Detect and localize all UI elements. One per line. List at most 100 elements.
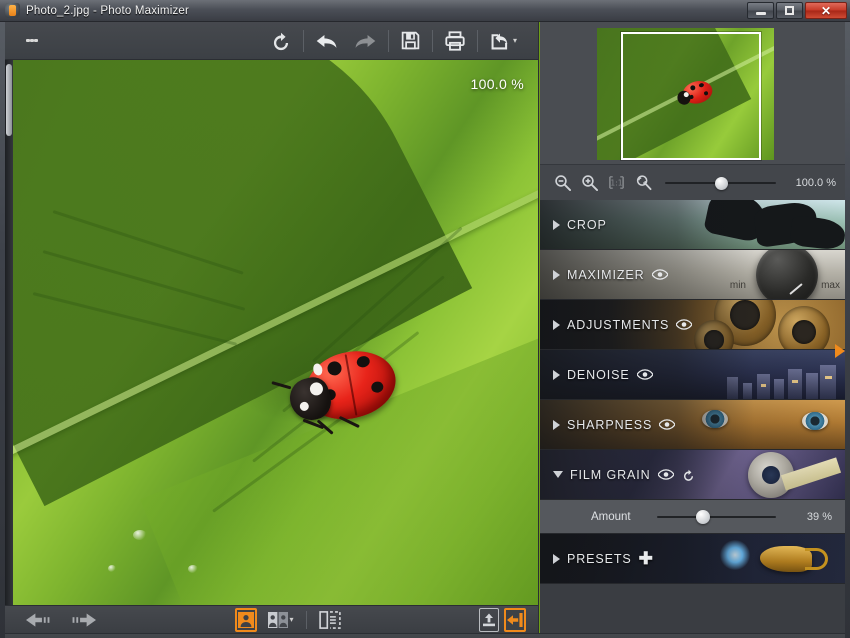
main-toolbar: ▾ [5, 22, 538, 60]
window-controls: ✕ [747, 2, 847, 19]
amount-label: Amount [591, 510, 631, 523]
panel-collapse-handle[interactable] [835, 344, 845, 358]
undo-button[interactable] [308, 24, 346, 58]
hamburger-menu-icon[interactable] [19, 24, 45, 58]
panel-green-edge [539, 22, 540, 633]
main-photo: 100.0 % [13, 60, 538, 605]
effects-accordion: CROP min max MAXIMIZER ADJUSTMENTS DENOI… [539, 200, 845, 633]
share-export-button[interactable]: ▾ [482, 24, 524, 58]
next-image-icon [72, 612, 96, 627]
toolbar-separator-3 [431, 29, 433, 52]
panel-sharpness[interactable]: SHARPNESS [539, 400, 845, 450]
minimize-icon [755, 11, 766, 15]
print-button[interactable] [437, 24, 473, 58]
previous-image-icon [26, 612, 50, 627]
right-panel: 1:1 100.0 % CROP min max MAXIMIZER ADJUS… [538, 22, 845, 633]
window-body: ▾ 100.0 % ▾ 1:1 100.0 % CROP min max MAX… [5, 22, 845, 638]
toolbar-separator-4 [476, 29, 478, 52]
zoom-slider-knob[interactable] [714, 176, 728, 190]
compare-caret-icon: ▾ [289, 615, 294, 624]
panel-adjustments[interactable]: ADJUSTMENTS [539, 300, 845, 350]
canvas-vertical-scrollbar[interactable] [5, 60, 13, 605]
amount-slider-knob[interactable] [696, 509, 711, 524]
chevron-down-icon[interactable] [553, 471, 563, 478]
actual-size-icon: 1:1 [609, 176, 624, 189]
sharpness-label-row: SHARPNESS [539, 417, 676, 432]
save-icon [401, 31, 420, 50]
maximizer-label-row: MAXIMIZER [539, 268, 668, 282]
panel-film-grain[interactable]: FILM GRAIN [539, 450, 845, 500]
print-icon [445, 30, 465, 51]
scrollbar-thumb[interactable] [6, 64, 12, 136]
save-button[interactable] [393, 24, 428, 58]
zoom-out-icon [555, 175, 571, 191]
export-button[interactable] [504, 607, 527, 632]
chevron-right-icon[interactable] [553, 369, 560, 380]
reset-icon [273, 32, 289, 50]
compare-view-icon [267, 611, 288, 628]
previous-image-button[interactable] [21, 608, 61, 632]
zoom-slider[interactable] [665, 176, 776, 190]
chevron-right-icon[interactable] [553, 553, 560, 564]
eye-icon[interactable] [657, 469, 674, 480]
close-button[interactable]: ✕ [805, 2, 847, 19]
denoise-label-row: DENOISE [539, 368, 653, 382]
zoom-in-icon [582, 175, 598, 191]
navigator-panel [539, 22, 845, 164]
bottom-toolbar: ▾ [5, 605, 538, 633]
redo-button[interactable] [346, 24, 384, 58]
presets-label-row: PRESETS ✚ [539, 550, 654, 567]
next-image-button[interactable] [61, 608, 101, 632]
image-canvas[interactable]: 100.0 % [5, 60, 538, 605]
zoom-controls-bar: 1:1 100.0 % [539, 164, 845, 200]
compare-view-button[interactable]: ▾ [263, 608, 299, 632]
eye-icon[interactable] [659, 419, 676, 430]
panel-presets[interactable]: PRESETS ✚ [539, 534, 845, 584]
amount-slider[interactable] [657, 509, 776, 524]
zoom-in-button[interactable] [576, 174, 603, 191]
undo-icon [316, 34, 337, 48]
panel-denoise[interactable]: DENOISE [539, 350, 845, 400]
toolbar-separator-2 [387, 29, 389, 52]
chevron-right-icon[interactable] [553, 319, 560, 330]
chevron-right-icon[interactable] [553, 219, 560, 230]
single-view-button[interactable] [234, 607, 257, 632]
toolbar-separator-1 [302, 29, 304, 52]
chevron-right-icon[interactable] [553, 269, 560, 280]
panel-title-sharpness: SHARPNESS [567, 417, 653, 432]
eye-icon[interactable] [651, 269, 668, 280]
panel-maximizer[interactable]: min max MAXIMIZER [539, 250, 845, 300]
panel-title-denoise: DENOISE [567, 367, 630, 382]
minimize-button[interactable] [747, 2, 774, 19]
film-grain-amount-row: Amount 39 % [539, 500, 845, 534]
upload-icon [483, 613, 496, 626]
reset-button[interactable] [263, 24, 299, 58]
close-icon: ✕ [820, 3, 832, 18]
upload-button[interactable] [479, 607, 500, 632]
panel-title-film-grain: FILM GRAIN [570, 467, 651, 482]
eye-icon[interactable] [636, 369, 653, 380]
app-icon [5, 3, 20, 18]
maximize-button[interactable] [776, 2, 803, 19]
split-view-button[interactable] [314, 608, 346, 632]
amount-value-label: 39 % [806, 510, 832, 523]
export-icon [507, 612, 523, 627]
panel-title-crop: CROP [567, 217, 607, 232]
zoom-value-label: 100.0 % [795, 176, 836, 189]
share-caret-icon: ▾ [512, 36, 517, 45]
panel-crop[interactable]: CROP [539, 200, 845, 250]
navigator-viewport[interactable] [621, 32, 761, 160]
svg-text:1:1: 1:1 [610, 178, 622, 187]
actual-size-button[interactable]: 1:1 [603, 174, 630, 191]
add-preset-icon[interactable]: ✚ [639, 550, 654, 567]
split-view-icon [318, 610, 341, 629]
fit-to-screen-button[interactable] [630, 174, 657, 191]
knob-min-label: min [729, 280, 746, 291]
zoom-out-button[interactable] [549, 174, 576, 191]
fit-to-screen-icon [636, 175, 652, 191]
reset-icon[interactable] [681, 468, 696, 482]
canvas-zoom-label: 100.0 % [470, 76, 524, 92]
title-bar: Photo_2.jpg - Photo Maximizer ✕ [0, 0, 850, 22]
eye-icon[interactable] [676, 319, 693, 330]
chevron-right-icon[interactable] [553, 419, 560, 430]
